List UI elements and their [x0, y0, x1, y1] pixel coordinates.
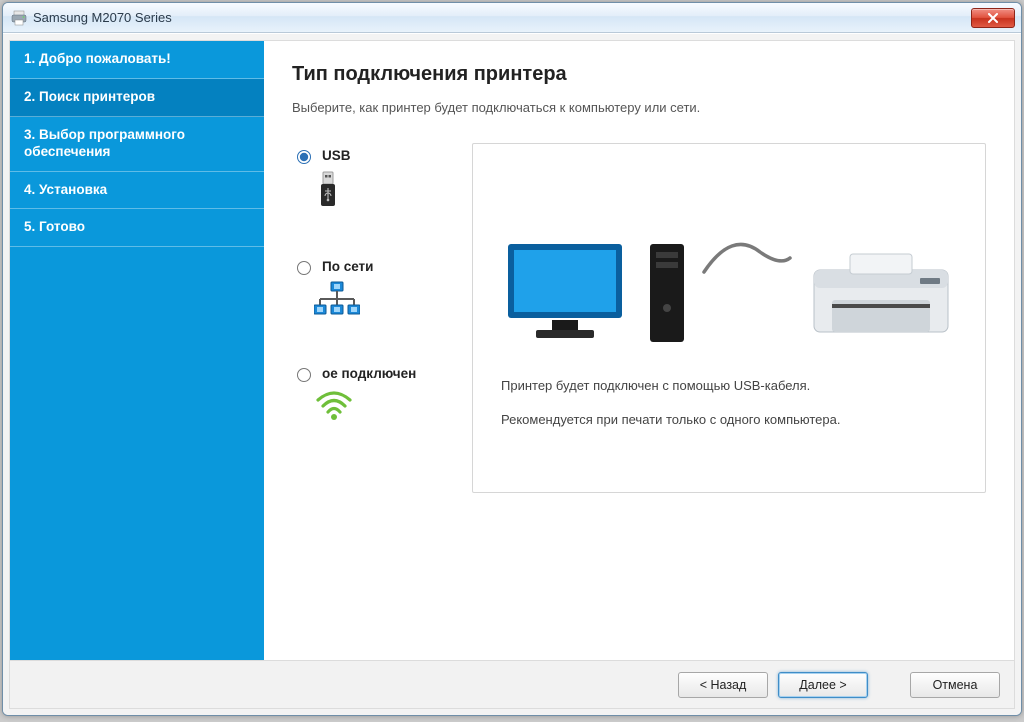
printer-icon — [11, 10, 27, 26]
wizard-footer: < Назад Далее > Отмена — [10, 660, 1014, 708]
radio-usb[interactable] — [297, 150, 311, 164]
close-icon — [987, 13, 999, 23]
usb-icon — [314, 170, 472, 214]
sidebar-step-welcome: 1. Добро пожаловать! — [10, 41, 264, 79]
option-usb-label: USB — [322, 148, 351, 163]
window-title: Samsung M2070 Series — [33, 10, 969, 25]
option-network[interactable]: По сети — [292, 258, 472, 321]
body-area: 1. Добро пожаловать! 2. Поиск принтеров … — [10, 41, 1014, 660]
radio-wireless[interactable] — [297, 368, 311, 382]
next-button[interactable]: Далее > — [778, 672, 868, 698]
option-wireless[interactable]: ое подключен — [292, 365, 472, 422]
panel-line-1: Принтер будет подключен с помощью USB-ка… — [501, 376, 957, 396]
inner-frame: 1. Добро пожаловать! 2. Поиск принтеров … — [9, 40, 1015, 709]
usb-illustration — [501, 168, 957, 348]
sidebar-step-install: 4. Установка — [10, 172, 264, 210]
connection-options: USB — [292, 143, 472, 466]
radio-network[interactable] — [297, 261, 311, 275]
page-title: Тип подключения принтера — [292, 63, 986, 86]
page-subtitle: Выберите, как принтер будет подключаться… — [292, 100, 986, 115]
option-wireless-label: ое подключен — [322, 366, 416, 381]
panel-line-2: Рекомендуется при печати только с одного… — [501, 410, 957, 430]
main-content: Тип подключения принтера Выберите, как п… — [264, 41, 1014, 660]
network-icon — [314, 281, 472, 321]
description-panel: Принтер будет подключен с помощью USB-ка… — [472, 143, 986, 493]
installer-window: Samsung M2070 Series 1. Добро пожаловать… — [2, 2, 1022, 716]
cancel-button[interactable]: Отмена — [910, 672, 1000, 698]
wizard-sidebar: 1. Добро пожаловать! 2. Поиск принтеров … — [10, 41, 264, 660]
client-area: 1. Добро пожаловать! 2. Поиск принтеров … — [3, 33, 1021, 715]
sidebar-step-done: 5. Готово — [10, 209, 264, 247]
option-network-label: По сети — [322, 259, 373, 274]
sidebar-step-software: 3. Выбор программного обеспечения — [10, 117, 264, 172]
wifi-icon — [314, 388, 472, 422]
titlebar[interactable]: Samsung M2070 Series — [3, 3, 1021, 33]
sidebar-step-search: 2. Поиск принтеров — [10, 79, 264, 117]
option-usb[interactable]: USB — [292, 147, 472, 214]
close-button[interactable] — [971, 8, 1015, 28]
back-button[interactable]: < Назад — [678, 672, 768, 698]
